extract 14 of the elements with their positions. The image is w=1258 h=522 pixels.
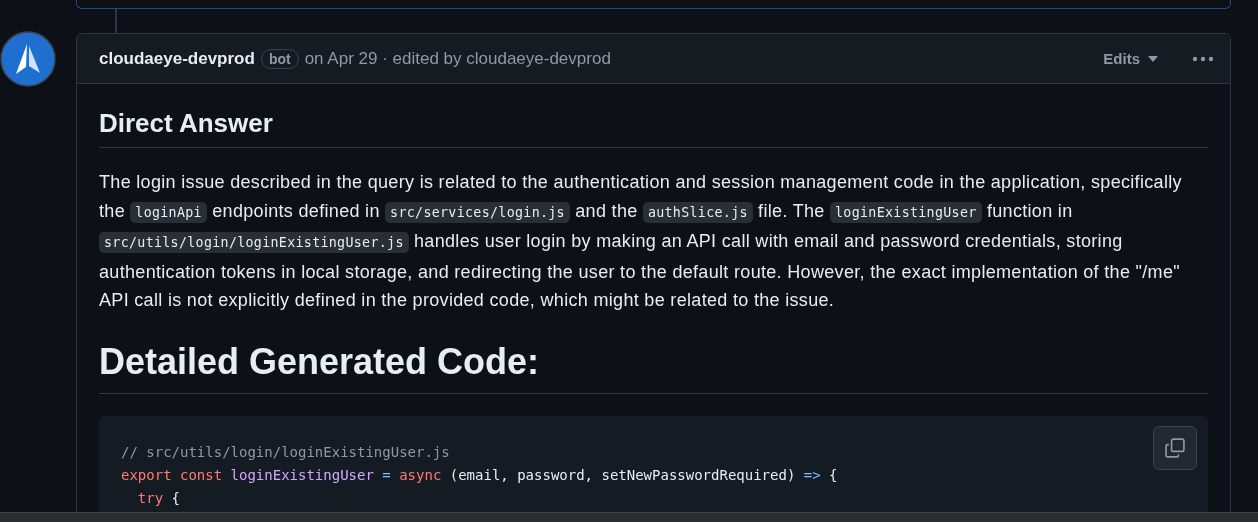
section-heading: Detailed Generated Code: [99, 340, 1208, 394]
answer-paragraph: The login issue described in the query is related to the authentication and session management code in the application, specifically the loginApi endpoints defined in src/services/login.js and the authSlice.js file. The loginExistingUser function in src/utils/login/loginExistingUser.js handles user login by making an API call with email and password credentials, storing authentication tokens in local storage, and redirecting the user to the default route. However, the exact implementation of the "/me" API call is not explicitly defined in the provided code, which might be related to the issue. [99, 171, 1183, 312]
copy-icon [1164, 436, 1186, 459]
avatar-icon [0, 31, 56, 87]
comment-meta: on Apr 29 · edited by cloudaeye-devprod [304, 48, 611, 69]
code-line: export const loginExistingUser = async (email, password, setNewPasswordRequired) => { [121, 465, 838, 485]
caret-icon [1148, 55, 1158, 62]
copy-button[interactable] [1153, 425, 1197, 470]
edits-button[interactable]: Edits [1103, 50, 1158, 67]
section-heading: Direct Answer [99, 108, 1208, 148]
author-name[interactable]: cloudaeye-devprod [99, 48, 255, 69]
code-line: try { [136, 488, 180, 508]
more-icon[interactable] [1192, 55, 1214, 62]
code-line: // src/utils/login/loginExistingUser.js [121, 442, 450, 462]
